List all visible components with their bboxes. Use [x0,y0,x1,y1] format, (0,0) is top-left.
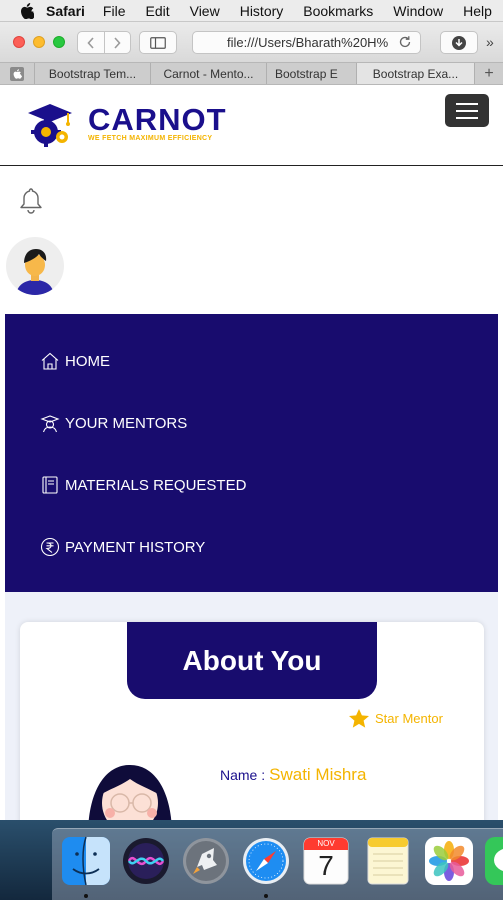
calendar-icon[interactable]: NOV 7 [301,836,351,886]
reload-icon[interactable] [398,35,414,51]
browser-tab[interactable]: Bootstrap Tem... [35,63,151,84]
chevron-left-icon [87,36,94,49]
menu-view[interactable]: View [190,3,220,19]
home-icon [41,352,59,370]
running-indicator [84,894,88,898]
nav-item-label: YOUR MENTORS [65,414,188,432]
menu-app-safari[interactable]: Safari [46,3,85,19]
show-sidebar-button[interactable] [139,31,177,54]
user-avatar[interactable] [6,237,64,295]
calendar-month: NOV [317,839,335,848]
profile-card: About You Star Mentor Name : Swati Mishr… [20,622,484,820]
address-bar[interactable]: file:///Users/Bharath%20H% [192,31,421,54]
browser-toolbar: file:///Users/Bharath%20H% » [0,22,503,62]
navbar-toggle-button[interactable] [445,94,489,127]
menu-bookmarks[interactable]: Bookmarks [303,3,373,19]
apple-icon [10,66,24,81]
browser-tab[interactable]: Bootstrap E [267,63,357,84]
address-url: file:///Users/Bharath%20H% [227,35,389,50]
apple-icon[interactable] [20,2,34,19]
pinned-tab[interactable] [0,63,35,84]
nav-item-payment-history[interactable]: PAYMENT HISTORY [40,537,205,557]
browser-tab-active[interactable]: Bootstrap Exa... [357,63,475,84]
notes-icon[interactable] [363,836,413,886]
sidebar-icon [150,36,166,49]
menu-history[interactable]: History [240,3,284,19]
download-icon [452,35,466,50]
mentor-avatar-illustration [80,755,180,820]
main-content-area: About You Star Mentor Name : Swati Mishr… [5,592,498,820]
nav-item-label: MATERIALS REQUESTED [65,476,247,494]
browser-tab[interactable]: Carnot - Mento... [151,63,267,84]
nav-item-label: PAYMENT HISTORY [65,538,206,556]
rupee-icon [40,537,60,557]
tab-bar: Bootstrap Tem... Carnot - Mento... Boots… [0,62,503,85]
photos-icon[interactable] [424,836,474,886]
menu-edit[interactable]: Edit [145,3,169,19]
chevron-right-icon [114,36,121,49]
name-label: Name : [220,767,266,783]
new-tab-button[interactable]: + [475,63,503,84]
downloads-button[interactable] [440,31,478,54]
calendar-day: 7 [318,850,334,881]
launchpad-icon[interactable] [181,836,231,886]
star-mentor-badge: Star Mentor [348,708,443,729]
site-navbar: CARNOT WE FETCH MAXIMUM EFFICIENCY [0,85,503,166]
zoom-window-button[interactable] [53,36,65,48]
back-button[interactable] [78,32,105,53]
minimize-window-button[interactable] [33,36,45,48]
mentor-illustration-icon [88,765,172,820]
star-icon [349,709,369,728]
menu-help[interactable]: Help [463,3,492,19]
logo-title: CARNOT [88,102,227,137]
finder-icon[interactable] [61,836,111,886]
macos-menu-bar: Safari File Edit View History Bookmarks … [0,0,503,22]
side-navigation: HOME YOUR MENTORS MATERIALS REQUESTED PA… [5,314,498,592]
nav-item-label: HOME [65,352,110,370]
running-indicator [264,894,268,898]
book-icon [42,476,58,494]
site-logo[interactable]: CARNOT WE FETCH MAXIMUM EFFICIENCY [24,101,227,147]
web-page: CARNOT WE FETCH MAXIMUM EFFICIENCY HOME … [0,85,503,820]
toolbar-overflow-icon[interactable]: » [486,34,494,50]
about-you-heading: About You [127,622,377,699]
name-value: Swati Mishra [269,765,367,784]
user-avatar-icon [16,249,54,295]
mentor-name-row: Name : Swati Mishra [220,765,366,785]
nav-item-your-mentors[interactable]: YOUR MENTORS [40,413,187,433]
forward-button[interactable] [105,32,131,53]
siri-icon[interactable] [121,836,171,886]
mentor-icon [40,415,60,433]
graduation-gear-icon [28,104,72,147]
close-window-button[interactable] [13,36,25,48]
hamburger-icon [456,102,478,105]
history-nav-group [77,31,131,54]
badge-label: Star Mentor [375,711,443,726]
safari-app-icon[interactable] [241,836,291,886]
notification-bell-icon[interactable] [19,187,43,220]
menu-window[interactable]: Window [393,3,443,19]
nav-item-home[interactable]: HOME [40,351,110,371]
logo-tagline: WE FETCH MAXIMUM EFFICIENCY [88,135,213,142]
nav-item-materials-requested[interactable]: MATERIALS REQUESTED [40,475,246,495]
menu-file[interactable]: File [103,3,126,19]
messages-icon[interactable] [484,836,503,886]
